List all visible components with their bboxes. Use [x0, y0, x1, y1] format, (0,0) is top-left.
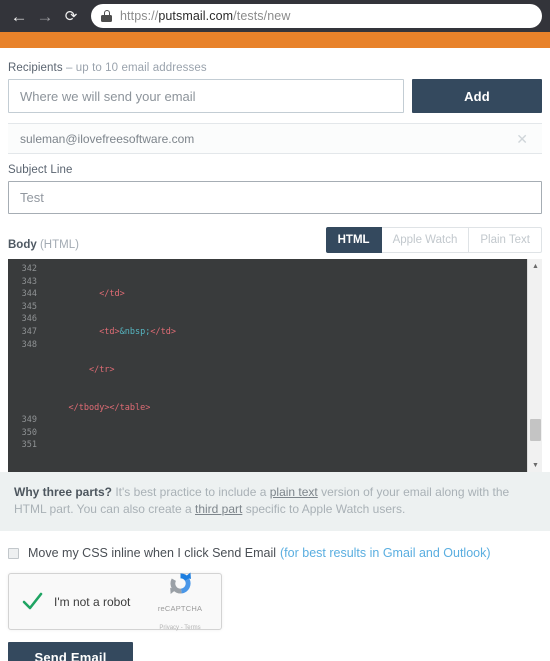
body-label: Body (HTML) [8, 239, 79, 253]
browser-toolbar: ← → ⟳ https://putsmail.com/tests/new [0, 0, 550, 32]
back-icon[interactable]: ← [6, 3, 32, 29]
recaptcha-logo-icon [169, 572, 191, 594]
recaptcha-label: I'm not a robot [54, 594, 131, 609]
page-top-spacer [0, 48, 550, 62]
url-host: putsmail.com [158, 9, 234, 23]
recaptcha-brand: reCAPTCHA Privacy - Terms [149, 570, 211, 634]
body-label-suffix: (HTML) [39, 239, 79, 251]
body-label-text: Body [8, 239, 37, 251]
line-number: 351 [21, 440, 37, 451]
reload-icon[interactable]: ⟳ [58, 3, 84, 29]
recaptcha-legal[interactable]: Privacy - Terms [159, 625, 200, 631]
body-header: Body (HTML) HTML Apple Watch Plain Text [8, 227, 542, 253]
tab-html[interactable]: HTML [325, 227, 382, 253]
tab-plain-text[interactable]: Plain Text [469, 227, 542, 253]
address-bar[interactable]: https://putsmail.com/tests/new [91, 4, 542, 28]
recaptcha-widget[interactable]: I'm not a robot reCAPTCHA Privacy - Term… [8, 572, 222, 631]
info-box: Why three parts? It's best practice to i… [0, 472, 550, 531]
scroll-up-icon[interactable]: ▲ [528, 259, 542, 273]
recipient-email-text: suleman@ilovefreesoftware.com [20, 131, 195, 146]
scroll-down-icon[interactable]: ▼ [528, 458, 542, 472]
info-text-1: It's best practice to include a [112, 485, 270, 499]
inline-css-label: Move my CSS inline when I click Send Ema… [28, 546, 277, 560]
recipients-label: Recipients – up to 10 email addresses [8, 62, 542, 74]
scrollbar-thumb[interactable] [530, 419, 541, 441]
recipients-label-hint: – up to 10 email addresses [66, 62, 207, 74]
code-editor[interactable]: 342 343 344 345 346 347 348 349 350 351 … [8, 259, 542, 472]
line-number: 345 [21, 301, 37, 312]
third-part-link[interactable]: third part [195, 502, 242, 516]
info-heading: Why three parts? [14, 485, 113, 499]
editor-scrollbar[interactable]: ▲ ▼ [527, 259, 542, 472]
line-number: 344 [21, 289, 37, 300]
url-path: /tests/new [233, 9, 291, 23]
code-line: <td>&nbsp;</td> [99, 326, 176, 337]
close-icon[interactable]: ✕ [512, 130, 532, 148]
checkmark-icon[interactable] [21, 590, 44, 613]
subject-input[interactable] [8, 181, 542, 214]
line-number: 347 [21, 326, 37, 337]
site-accent-band [0, 32, 550, 48]
forward-icon[interactable]: → [32, 3, 58, 29]
subject-block: Subject Line [8, 164, 542, 214]
lock-icon [101, 10, 112, 22]
recipient-list: suleman@ilovefreesoftware.com ✕ [8, 123, 542, 154]
list-item: suleman@ilovefreesoftware.com ✕ [8, 123, 542, 154]
code-line: </tr> [88, 364, 115, 375]
url-scheme: https:// [120, 9, 159, 23]
recipients-label-text: Recipients [8, 62, 63, 74]
line-number: 342 [21, 264, 37, 274]
line-number: 349 [21, 415, 37, 426]
url-text: https://putsmail.com/tests/new [120, 9, 290, 23]
recipients-input-row: Add [8, 79, 542, 113]
line-number: 350 [21, 427, 37, 438]
line-number: 346 [21, 314, 37, 325]
line-number: 343 [21, 276, 37, 287]
code-text-area[interactable]: </td> <td>&nbsp;</td> </tr> </tbody></ta… [42, 259, 527, 472]
body-format-tabs: HTML Apple Watch Plain Text [325, 227, 542, 253]
inline-css-note: (for best results in Gmail and Outlook) [280, 546, 491, 560]
subject-label: Subject Line [8, 164, 73, 176]
recipient-email-input[interactable] [8, 79, 404, 113]
code-line: </tbody></table> [68, 402, 151, 413]
line-number-gutter: 342 343 344 345 346 347 348 349 350 351 [8, 259, 42, 472]
line-number: 348 [21, 339, 37, 350]
send-email-button[interactable]: Send Email [8, 642, 133, 661]
plain-text-link[interactable]: plain text [270, 485, 318, 499]
info-text-3: specific to Apple Watch users. [242, 502, 406, 516]
add-recipient-button[interactable]: Add [412, 79, 542, 113]
code-line: </td> [99, 289, 125, 300]
inline-css-checkbox[interactable] [8, 547, 19, 559]
tab-apple-watch[interactable]: Apple Watch [381, 227, 470, 253]
page-content: Recipients – up to 10 email addresses Ad… [0, 62, 550, 472]
inline-css-row: Move my CSS inline when I click Send Ema… [0, 546, 550, 560]
recaptcha-brand-name: reCAPTCHA [157, 603, 203, 613]
